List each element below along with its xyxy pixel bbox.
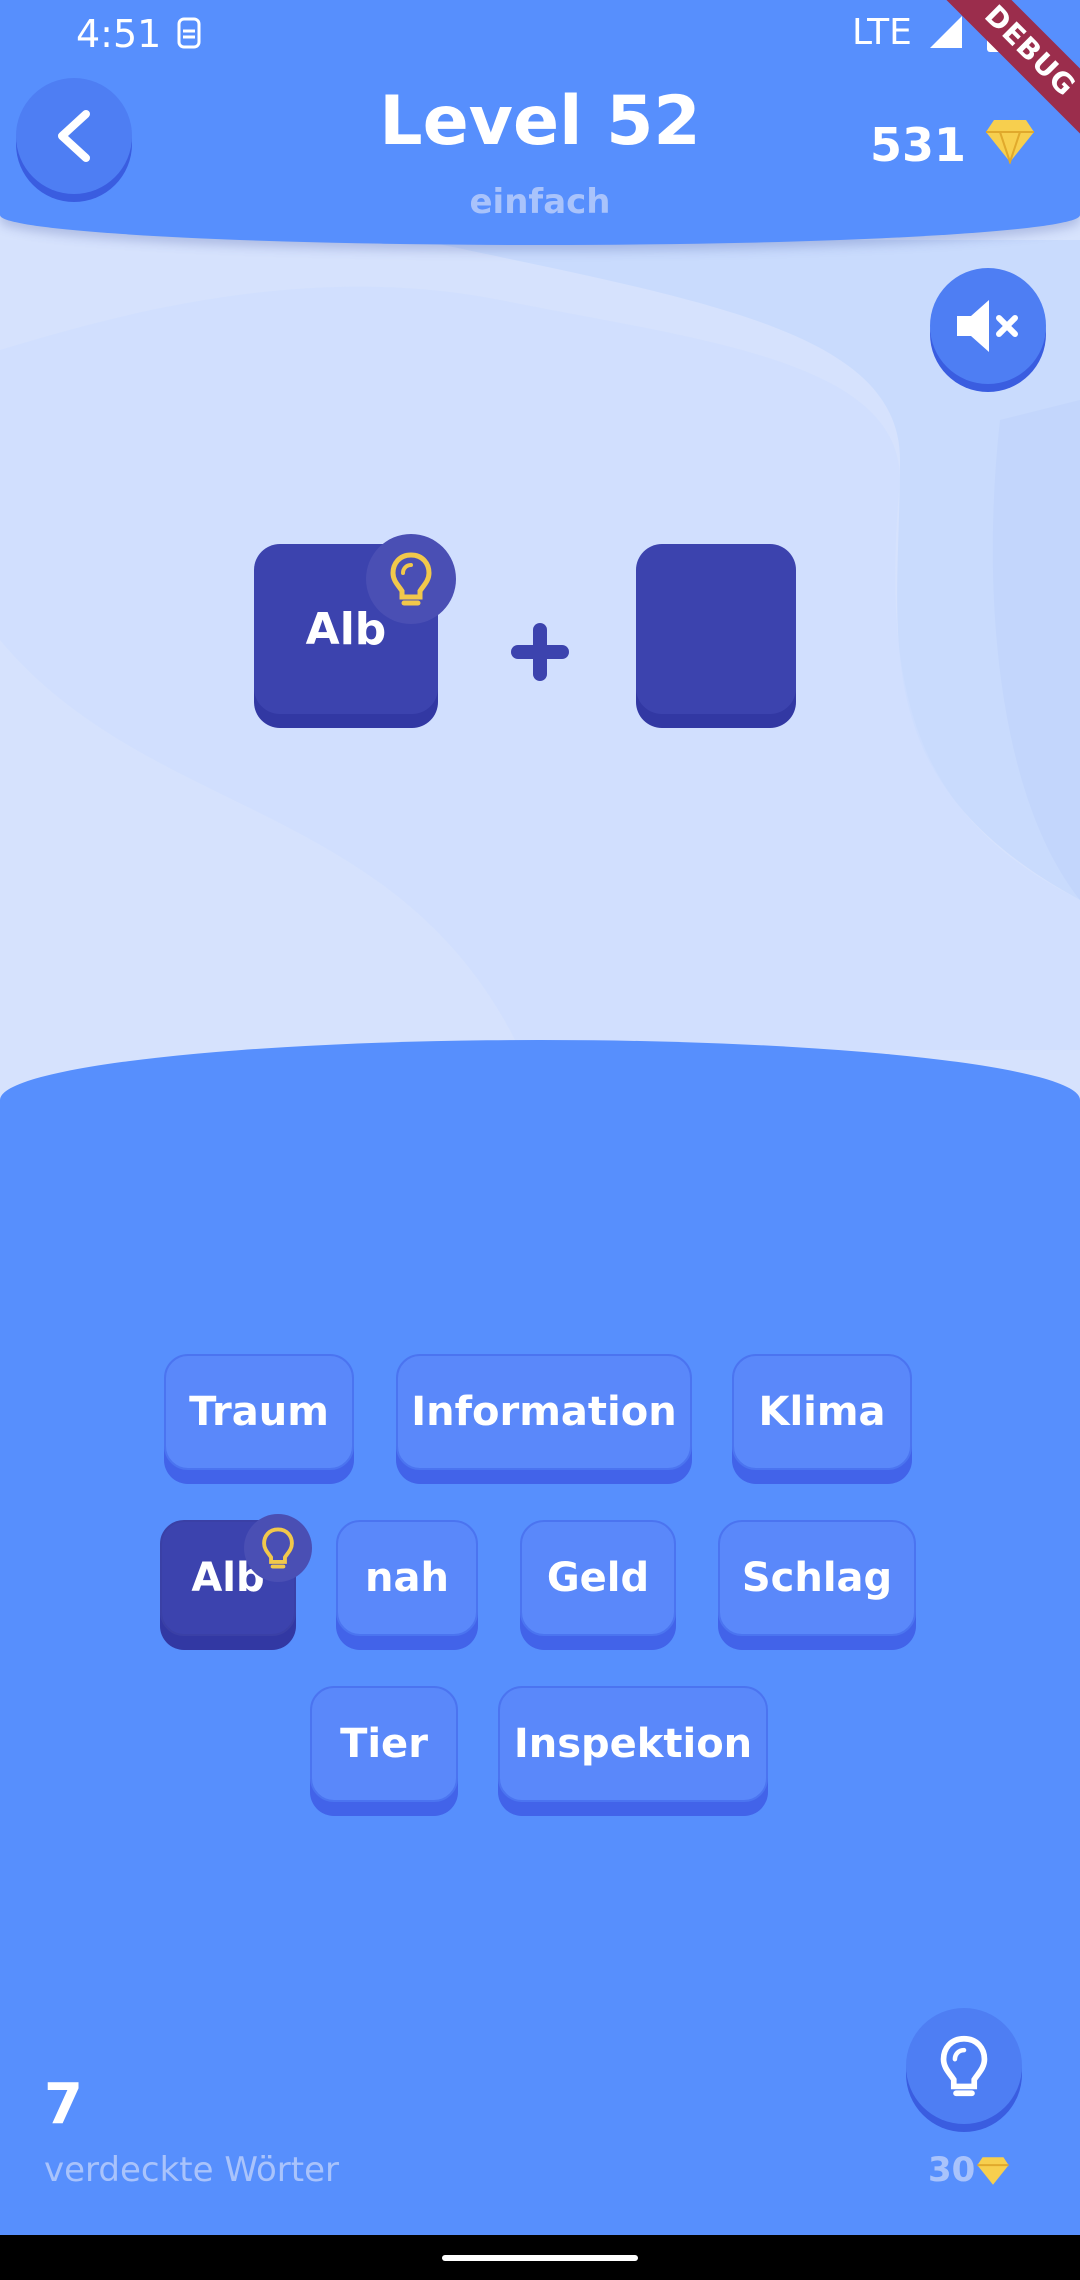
answer-slot-2[interactable] bbox=[636, 544, 796, 714]
hint-button[interactable] bbox=[906, 2008, 1022, 2124]
word-button[interactable]: Tier bbox=[310, 1686, 458, 1802]
word-button[interactable]: Geld bbox=[520, 1520, 676, 1636]
hint-badge bbox=[244, 1514, 312, 1582]
mute-button[interactable] bbox=[930, 268, 1046, 384]
mute-icon bbox=[957, 300, 1018, 352]
status-time: 4:51 bbox=[76, 12, 162, 56]
network-type: LTE bbox=[852, 12, 912, 53]
diamond-icon bbox=[986, 120, 1034, 164]
hint-cost: 30 bbox=[928, 2150, 976, 2190]
sim-card-icon bbox=[177, 17, 201, 49]
plus-icon bbox=[511, 623, 569, 681]
word-button[interactable]: Inspektion bbox=[498, 1686, 768, 1802]
word-button[interactable]: Traum bbox=[164, 1354, 354, 1470]
lightbulb-icon bbox=[390, 552, 432, 606]
hidden-word-label: verdeckte Wörter bbox=[44, 2150, 339, 2190]
difficulty-label: einfach bbox=[469, 182, 611, 222]
gem-balance: 531 bbox=[869, 118, 966, 172]
hidden-word-count: 7 bbox=[44, 2072, 83, 2137]
word-button[interactable]: Information bbox=[396, 1354, 692, 1470]
word-button[interactable]: Schlag bbox=[718, 1520, 916, 1636]
word-button[interactable]: Klima bbox=[732, 1354, 912, 1470]
word-button[interactable]: nah bbox=[336, 1520, 478, 1636]
home-indicator[interactable] bbox=[442, 2255, 638, 2261]
lightbulb-icon bbox=[940, 2035, 988, 2097]
diamond-icon bbox=[977, 2157, 1009, 2185]
lightbulb-icon bbox=[262, 1527, 294, 1569]
header-bar: 4:51 LTE DEBUG Level 52 einfach 531 bbox=[0, 0, 1080, 245]
signal-icon bbox=[930, 16, 962, 48]
hint-badge bbox=[366, 534, 456, 624]
